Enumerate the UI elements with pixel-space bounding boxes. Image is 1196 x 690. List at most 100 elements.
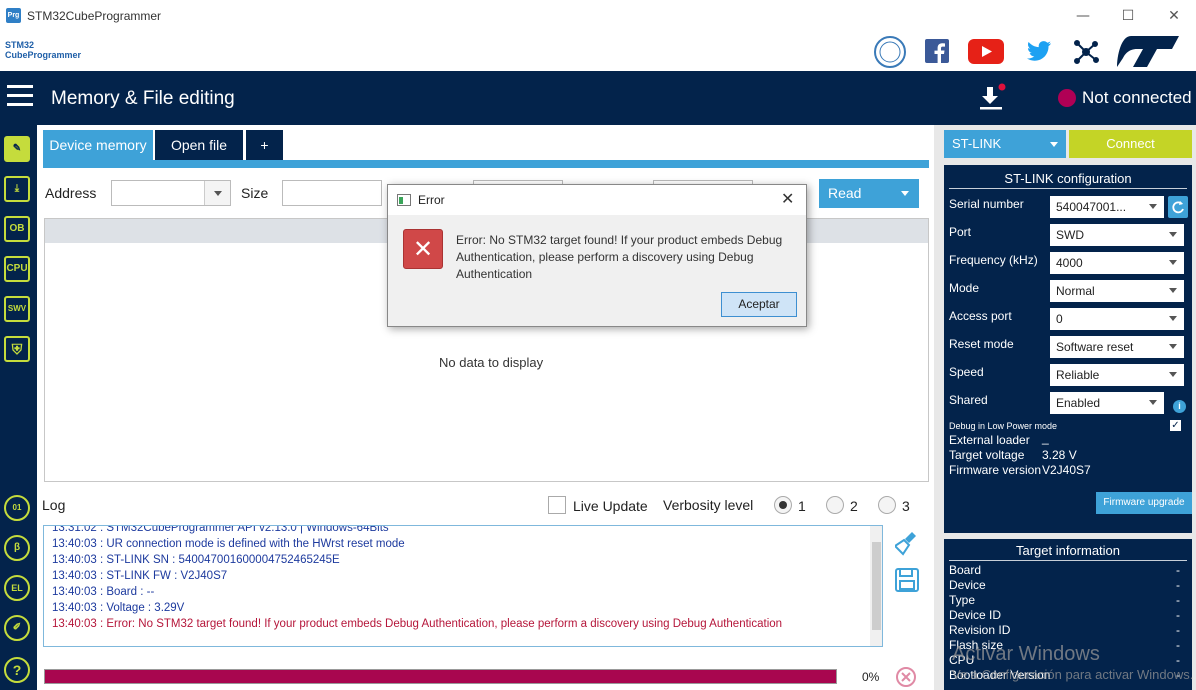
read-button[interactable]: Read — [819, 179, 919, 208]
port-value: SWD — [1056, 228, 1084, 242]
live-update-checkbox[interactable] — [548, 496, 566, 514]
tab-open-file[interactable]: Open file — [155, 130, 243, 160]
sidebar-item-el[interactable]: EL — [4, 575, 30, 601]
sidebar-item-help[interactable]: ? — [4, 657, 30, 683]
sidebar-item-erasing-programming[interactable]: ⤓ — [4, 176, 30, 202]
chevron-down-icon[interactable] — [901, 191, 909, 196]
maximize-button[interactable]: ☐ — [1118, 6, 1138, 26]
shared-label: Shared — [949, 393, 988, 407]
chevron-down-icon[interactable] — [1050, 142, 1058, 147]
tool-icon: ✐ — [12, 622, 22, 633]
config-title: ST-LINK configuration — [1004, 171, 1132, 186]
st-logo[interactable] — [1117, 36, 1179, 67]
dialog-title: Error — [418, 193, 445, 207]
log-scrollbar[interactable] — [870, 526, 882, 646]
address-combo[interactable] — [111, 180, 231, 206]
divider — [949, 560, 1187, 561]
type-label: Type — [949, 593, 976, 607]
cancel-circle-icon[interactable] — [895, 666, 917, 688]
facebook-icon[interactable] — [925, 39, 949, 63]
window-title: STM32CubeProgrammer — [27, 9, 162, 23]
verbosity-2-label: 2 — [850, 498, 858, 514]
log-output[interactable]: 13:31:02 : STM32CubeProgrammer API v2.13… — [43, 525, 883, 647]
sidebar-item-binary[interactable]: 01 — [4, 495, 30, 521]
chevron-down-icon[interactable] — [204, 181, 230, 205]
verbosity-3-label: 3 — [902, 498, 910, 514]
access-port-value: 0 — [1056, 312, 1063, 326]
log-line: 13:40:03 : UR connection mode is defined… — [52, 538, 405, 550]
progress-percent: 0% — [862, 670, 880, 684]
close-window-button[interactable]: ✕ — [1164, 6, 1184, 26]
left-sidebar: ✎ ⤓ OB CPU SWV ⛨ 01 β EL ✐ ? — [0, 125, 37, 690]
refresh-icon[interactable] — [1168, 196, 1188, 218]
target-voltage-label: Target voltage — [949, 448, 1025, 462]
target-info-title: Target information — [1015, 543, 1121, 558]
no-data-message: No data to display — [439, 355, 544, 370]
app-header: Memory & File editing Not connected — [0, 71, 1196, 125]
verbosity-radio-2[interactable] — [826, 496, 844, 514]
external-loader-value: _ — [1042, 431, 1049, 445]
cpu-icon: CPU — [6, 263, 28, 274]
frequency-value: 4000 — [1056, 256, 1083, 270]
sidebar-item-option-bytes[interactable]: OB — [4, 216, 30, 242]
download-arrow-icon[interactable] — [978, 83, 1006, 113]
anniversary-badge-icon[interactable] — [873, 35, 907, 69]
tab-device-memory[interactable]: Device memory — [43, 130, 153, 160]
reset-mode-select[interactable]: Software reset — [1050, 336, 1184, 358]
info-icon[interactable]: i — [1173, 400, 1186, 413]
serial-number-select[interactable]: 540047001... — [1050, 196, 1164, 218]
connection-status-dot — [1058, 89, 1076, 107]
external-loader-label: External loader — [949, 433, 1030, 447]
verbosity-1-label: 1 — [798, 498, 806, 514]
speed-label: Speed — [949, 365, 984, 379]
access-port-select[interactable]: 0 — [1050, 308, 1184, 330]
sidebar-item-cpu[interactable]: CPU — [4, 256, 30, 282]
verbosity-label: Verbosity level — [663, 497, 754, 513]
speed-value: Reliable — [1056, 368, 1100, 382]
twitter-icon[interactable] — [1027, 41, 1051, 61]
firmware-upgrade-button[interactable]: Firmware upgrade — [1096, 492, 1192, 514]
sidebar-item-security[interactable]: ⛨ — [4, 336, 30, 362]
accept-button[interactable]: Aceptar — [721, 292, 797, 317]
shared-select[interactable]: Enabled — [1050, 392, 1164, 414]
size-input[interactable] — [282, 180, 382, 206]
brand-line2: CubeProgrammer — [5, 50, 82, 60]
clear-log-broom-icon[interactable] — [895, 530, 919, 556]
log-line: 13:40:03 : ST-LINK SN : 5400470016000047… — [52, 554, 340, 566]
port-select[interactable]: SWD — [1050, 224, 1184, 246]
speed-select[interactable]: Reliable — [1050, 364, 1184, 386]
log-panel: Log Live Update Verbosity level 1 2 3 13… — [37, 490, 934, 690]
save-log-icon[interactable] — [895, 568, 919, 592]
connect-button[interactable]: Connect — [1069, 130, 1192, 158]
error-x-icon: ✕ — [403, 229, 443, 269]
community-network-icon[interactable] — [1073, 39, 1099, 65]
firmware-version-value: V2J40S7 — [1042, 463, 1091, 477]
port-label: Port — [949, 225, 972, 239]
probe-select[interactable]: ST-LINK — [944, 130, 1066, 158]
verbosity-radio-1[interactable] — [774, 496, 792, 514]
dialog-close-icon[interactable]: ✕ — [781, 189, 794, 208]
access-port-label: Access port — [949, 309, 1012, 323]
frequency-select[interactable]: 4000 — [1050, 252, 1184, 274]
security-shield-icon: ⛨ — [11, 341, 23, 357]
debug-low-power-checkbox[interactable]: ✓ — [1170, 420, 1181, 431]
log-line: 13:31:02 : STM32CubeProgrammer API v2.13… — [52, 525, 389, 534]
page-title: Memory & File editing — [51, 88, 235, 109]
verbosity-radio-3[interactable] — [878, 496, 896, 514]
edit-icon: ✎ — [12, 143, 22, 154]
minimize-button[interactable]: — — [1073, 6, 1093, 26]
sidebar-item-tool[interactable]: ✐ — [4, 615, 30, 641]
hamburger-menu-icon[interactable] — [7, 85, 33, 109]
tab-add[interactable]: + — [246, 130, 283, 160]
youtube-icon[interactable] — [968, 39, 1004, 64]
probe-select-value: ST-LINK — [952, 136, 1002, 151]
sidebar-item-memory-editing[interactable]: ✎ — [4, 136, 30, 162]
beta-icon: β — [13, 542, 21, 553]
device-value: - — [1176, 578, 1180, 592]
target-voltage-value: 3.28 V — [1042, 448, 1077, 462]
debug-low-power-label: Debug in Low Power mode — [949, 421, 1058, 431]
sidebar-item-swv[interactable]: SWV — [4, 296, 30, 322]
mode-select[interactable]: Normal — [1050, 280, 1184, 302]
sidebar-item-beta[interactable]: β — [4, 535, 30, 561]
right-panel: ST-LINK Connect ST-LINK configuration Se… — [934, 125, 1196, 690]
